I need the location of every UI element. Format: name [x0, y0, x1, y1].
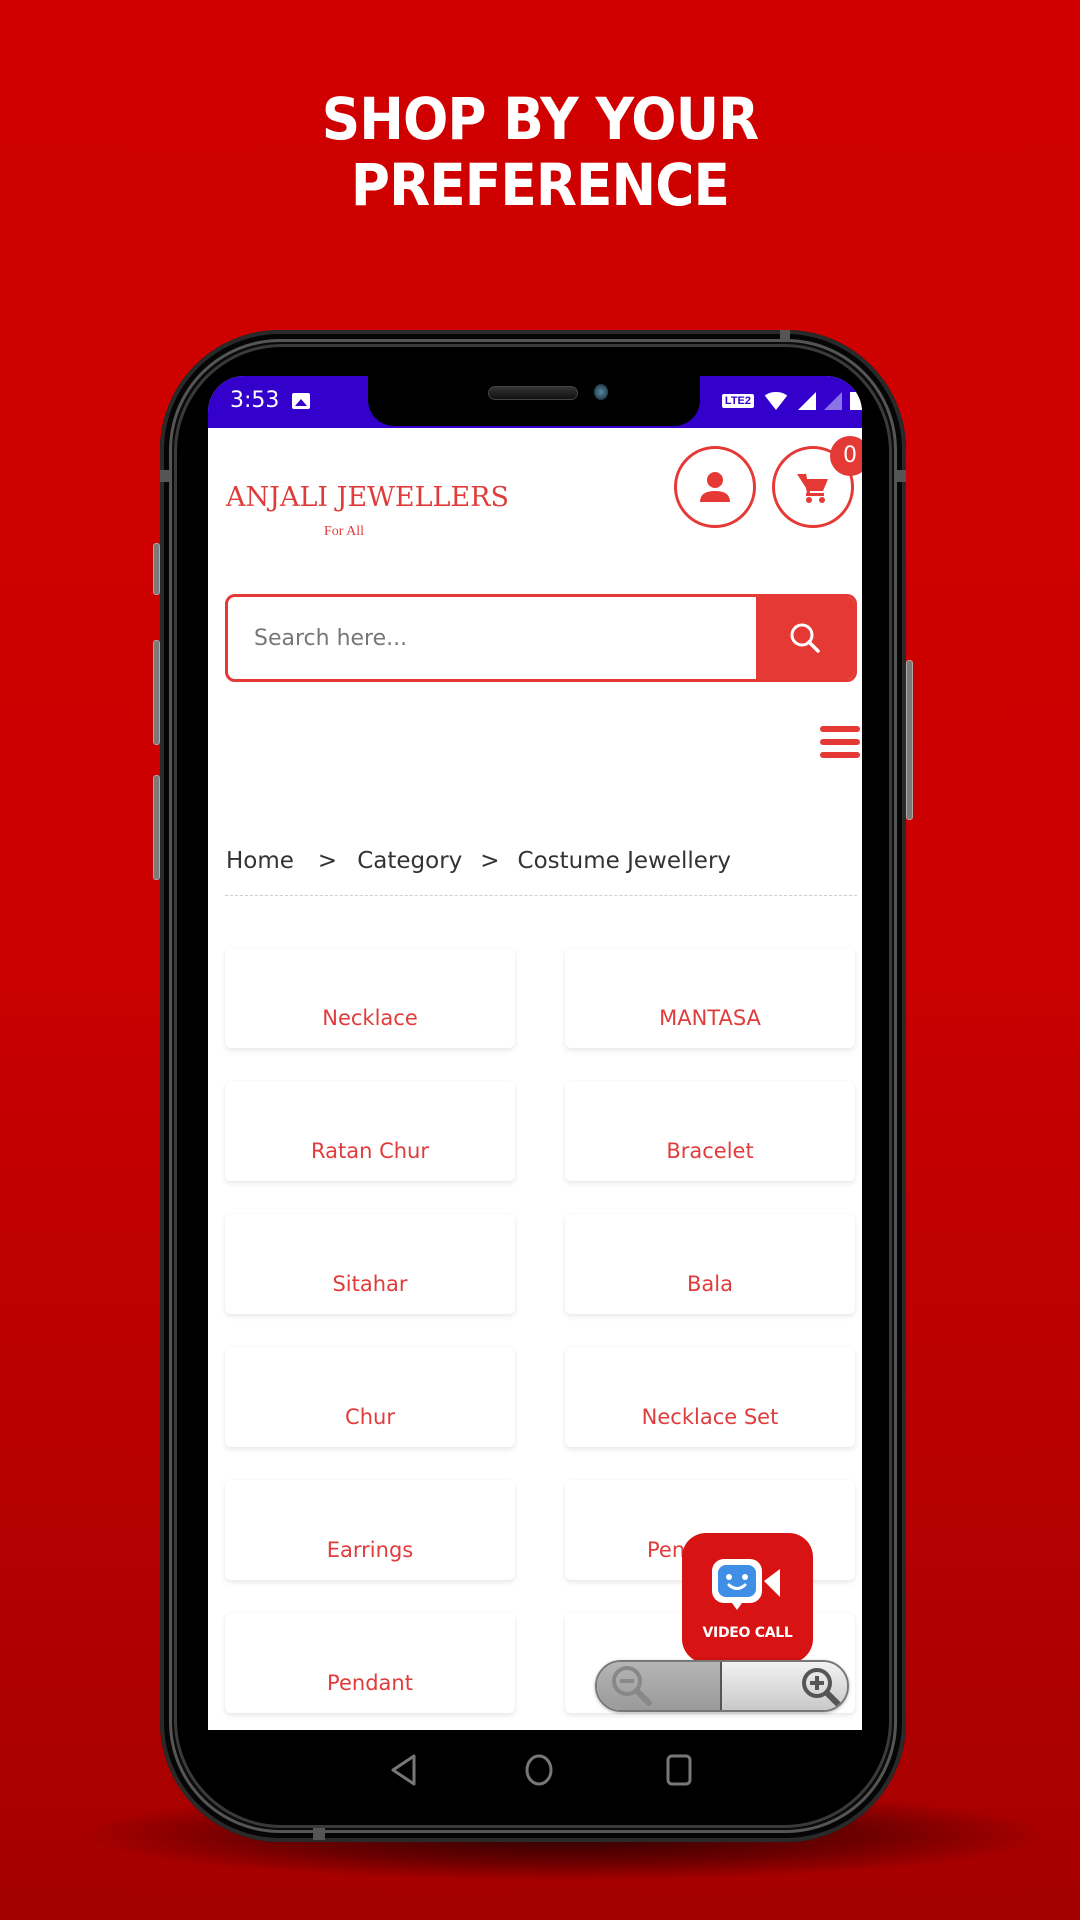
account-button[interactable]	[674, 446, 756, 528]
breadcrumb-home[interactable]: Home	[226, 848, 294, 874]
power-button	[906, 660, 913, 820]
category-label: Ratan Chur	[310, 1139, 429, 1163]
search-button[interactable]	[756, 597, 854, 679]
video-call-label: VIDEO CALL	[702, 1625, 793, 1641]
category-tile[interactable]: Bracelet	[565, 1081, 855, 1181]
recents-icon[interactable]	[664, 1752, 694, 1788]
search-bar	[225, 594, 857, 682]
category-tile[interactable]: Sitahar	[225, 1214, 515, 1314]
video-call-button[interactable]: VIDEO CALL	[682, 1533, 813, 1663]
battery-icon	[850, 392, 862, 410]
category-label: Necklace	[322, 1006, 418, 1030]
zoom-out-button[interactable]	[597, 1662, 722, 1710]
zoom-in-button[interactable]	[722, 1662, 847, 1710]
video-chat-bot-icon	[711, 1559, 780, 1610]
category-tile[interactable]: Pendant	[225, 1613, 515, 1713]
category-label: Chur	[345, 1405, 395, 1429]
system-nav-bar	[208, 1730, 862, 1810]
category-tile[interactable]: Earrings	[225, 1480, 515, 1580]
breadcrumb-separator: >	[480, 848, 500, 874]
breadcrumb-category[interactable]: Category	[357, 848, 462, 874]
status-time: 3:53	[230, 388, 280, 413]
home-icon[interactable]	[524, 1752, 554, 1788]
category-tile[interactable]: MANTASA	[565, 948, 855, 1048]
category-label: Bracelet	[666, 1139, 754, 1163]
volume-button-1	[153, 543, 160, 595]
category-label: Earrings	[326, 1538, 414, 1562]
promo-headline: SHOP BY YOUR PREFERENCE	[43, 86, 1037, 218]
category-tile[interactable]: Chur	[225, 1347, 515, 1447]
category-tile[interactable]: Necklace Set	[565, 1347, 855, 1447]
headline-line-2: PREFERENCE	[350, 151, 730, 219]
antenna-line	[896, 470, 906, 482]
search-icon	[790, 623, 820, 653]
cart-icon	[797, 473, 828, 503]
user-icon	[700, 472, 730, 502]
antenna-line	[780, 330, 790, 342]
menu-icon[interactable]	[820, 726, 860, 758]
category-label: Bala	[687, 1272, 733, 1296]
zoom-out-icon	[612, 1666, 652, 1706]
brand-logo[interactable]: ANJALI JEWELLERS	[226, 482, 509, 513]
brand-tagline: For All	[324, 524, 365, 539]
category-tile[interactable]: Bala	[565, 1214, 855, 1314]
image-icon	[292, 393, 310, 409]
category-label: MANTASA	[659, 1006, 761, 1030]
wifi-icon	[762, 392, 790, 410]
zoom-in-icon	[802, 1668, 842, 1708]
app-screen: 3:53 LTE2 ANJALI JEWELLERS For All 0 Sea…	[208, 376, 862, 1730]
front-camera	[594, 384, 608, 400]
category-tile[interactable]: Necklace	[225, 948, 515, 1048]
category-label: Necklace Set	[641, 1405, 779, 1429]
lte-icon: LTE2	[721, 394, 754, 408]
antenna-line	[313, 1828, 325, 1840]
back-icon[interactable]	[388, 1752, 418, 1788]
breadcrumb-current: Costume Jewellery	[517, 848, 732, 874]
signal-icon	[824, 392, 842, 410]
phone-notch	[368, 376, 700, 426]
status-icons: LTE2	[721, 386, 862, 416]
breadcrumb-separator: >	[317, 848, 338, 874]
volume-button-3	[153, 775, 160, 880]
search-input[interactable]	[228, 597, 756, 679]
cart-count-badge: 0	[830, 436, 862, 476]
antenna-line	[160, 470, 172, 482]
category-tile[interactable]: Ratan Chur	[225, 1081, 515, 1181]
volume-button-2	[153, 640, 160, 745]
breadcrumb-divider	[225, 895, 857, 896]
signal-icon	[798, 392, 816, 410]
earpiece-speaker	[488, 386, 578, 400]
category-label: Sitahar	[332, 1272, 408, 1296]
zoom-control	[595, 1660, 849, 1712]
breadcrumb: Home > Category > Costume Jewellery	[226, 848, 731, 874]
headline-line-1: SHOP BY YOUR	[321, 85, 760, 153]
category-label: Pendant	[327, 1671, 413, 1695]
